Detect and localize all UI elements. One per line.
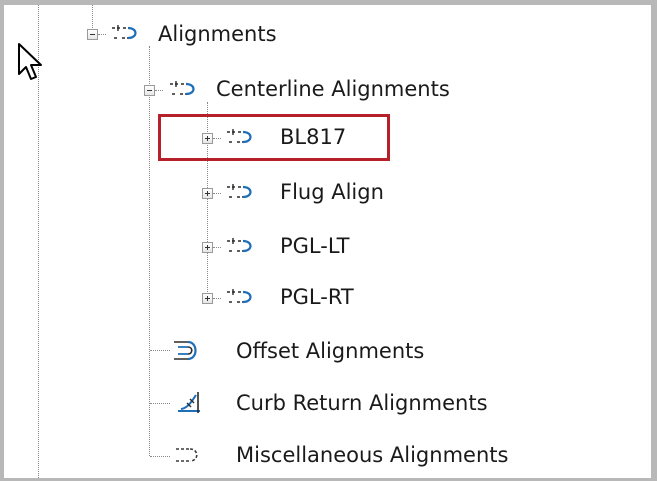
alignment-icon — [225, 286, 261, 310]
alignment-icon — [110, 22, 146, 46]
tree-item-pgl-rt[interactable]: PGL-RT — [280, 283, 354, 311]
expand-toggle-pgl-rt[interactable] — [202, 293, 213, 304]
tree-guide-line — [149, 46, 150, 456]
tree-connector — [150, 456, 170, 457]
expand-toggle-alignments[interactable] — [87, 29, 98, 40]
tree-item-flug-align[interactable]: Flug Align — [280, 178, 384, 206]
miscellaneous-alignment-icon — [172, 443, 208, 467]
tree-connector — [155, 90, 163, 91]
tree-item-offset-alignments[interactable]: Offset Alignments — [236, 337, 424, 365]
tree-item-curb-return-alignments[interactable]: Curb Return Alignments — [236, 389, 488, 417]
tree-connector — [150, 350, 170, 351]
prospector-tree: Alignments Centerline Alignments BL817 F… — [0, 0, 651, 478]
tree-connector — [213, 298, 221, 299]
mouse-cursor-icon — [17, 42, 45, 82]
tree-connector — [213, 193, 221, 194]
expand-toggle-centerline-alignments[interactable] — [144, 85, 155, 96]
curb-return-alignment-icon — [172, 389, 208, 413]
alignment-icon — [225, 181, 261, 205]
offset-alignment-icon — [172, 337, 208, 361]
highlight-box — [158, 114, 390, 161]
tree-connector — [98, 34, 106, 35]
tree-item-centerline-alignments[interactable]: Centerline Alignments — [216, 75, 450, 103]
tree-item-pgl-lt[interactable]: PGL-LT — [280, 232, 349, 260]
tree-guide-line — [92, 5, 93, 30]
expand-toggle-flug-align[interactable] — [202, 188, 213, 199]
tree-connector — [150, 403, 170, 404]
window-frame-right — [651, 0, 657, 481]
tree-connector — [213, 247, 221, 248]
tree-item-alignments[interactable]: Alignments — [158, 20, 277, 48]
alignment-icon — [225, 235, 261, 259]
expand-toggle-pgl-lt[interactable] — [202, 242, 213, 253]
tree-item-miscellaneous-alignments[interactable]: Miscellaneous Alignments — [236, 441, 508, 469]
alignment-icon — [168, 78, 204, 102]
